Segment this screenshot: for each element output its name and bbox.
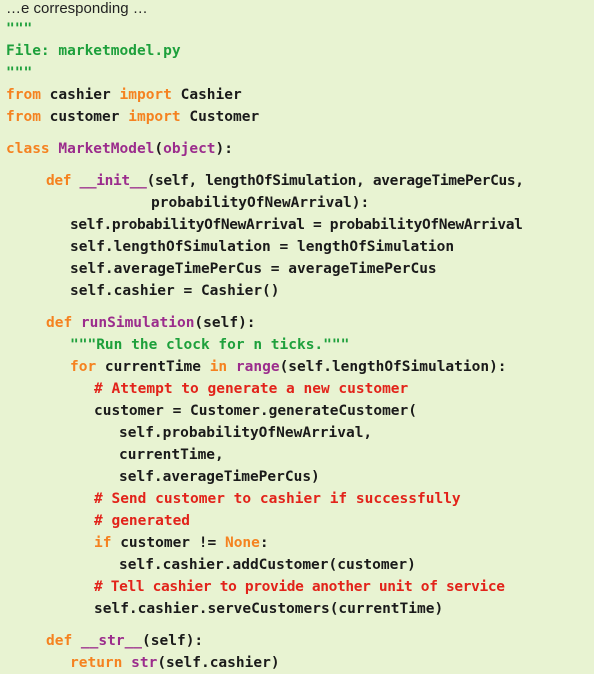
- keyword-def: def: [46, 633, 73, 649]
- code-line: currentTime,: [6, 444, 594, 466]
- code-block: """ File: marketmodel.py """ from cashie…: [6, 18, 594, 674]
- docstring-text: File: marketmodel.py: [6, 43, 181, 59]
- comment-line: # Send customer to cashier if successful…: [6, 488, 594, 510]
- keyword-import: import: [119, 87, 172, 103]
- keyword-if: if: [94, 535, 112, 551]
- class-name: MarketModel: [49, 141, 155, 157]
- range-args: (self.lengthOfSimulation):: [279, 359, 507, 375]
- comment-text: # generated: [94, 513, 191, 529]
- statement: self.lengthOfSimulation = lengthOfSimula…: [70, 239, 455, 255]
- code-line: self.cashier.addCustomer(customer): [6, 554, 594, 576]
- docstring-open: """: [6, 18, 594, 40]
- comment-line: # Attempt to generate a new customer: [6, 378, 594, 400]
- for-loop: for currentTime in range(self.lengthOfSi…: [6, 356, 594, 378]
- caption-fragment: …e corresponding …: [6, 0, 148, 17]
- method-name: runSimulation: [72, 315, 195, 331]
- colon: :: [259, 535, 269, 551]
- docstring-quote: """: [6, 21, 33, 37]
- method-params: (self, lengthOfSimulation, averageTimePe…: [146, 173, 524, 189]
- statement: self.averageTimePerCus): [119, 469, 320, 485]
- init-signature-cont: probabilityOfNewArrival):: [6, 192, 594, 214]
- code-line: customer = Customer.generateCustomer(: [6, 400, 594, 422]
- statement: self.averageTimePerCus = averageTimePerC…: [70, 261, 437, 277]
- import-customer: from customer import Customer: [6, 106, 594, 128]
- run-signature: def runSimulation(self):: [6, 312, 594, 334]
- comment-line: # generated: [6, 510, 594, 532]
- code-line: self.cashier = Cashier(): [6, 280, 594, 302]
- comment-text: # Attempt to generate a new customer: [94, 381, 409, 397]
- statement: currentTime,: [119, 447, 224, 463]
- statement: self.cashier.serveCustomers(currentTime): [94, 601, 444, 617]
- code-line: self.probabilityOfNewArrival,: [6, 422, 594, 444]
- docstring-filename: File: marketmodel.py: [6, 40, 594, 62]
- keyword-import: import: [128, 109, 181, 125]
- statement: self.probabilityOfNewArrival = probabili…: [70, 217, 523, 233]
- keyword-from: from: [6, 87, 41, 103]
- keyword-none: None: [224, 535, 260, 551]
- str-signature: def __str__(self):: [6, 630, 594, 652]
- statement: customer = Customer.generateCustomer(: [94, 403, 418, 419]
- code-line: self.lengthOfSimulation = lengthOfSimula…: [6, 236, 594, 258]
- keyword-from: from: [6, 109, 41, 125]
- statement: self.probabilityOfNewArrival,: [119, 425, 373, 441]
- module-name: customer: [40, 109, 129, 125]
- condition: customer !=: [111, 535, 225, 551]
- imported-name: Cashier: [171, 87, 242, 103]
- comment-text: # Send customer to cashier if successful…: [94, 491, 461, 507]
- code-listing-page: …e corresponding … """ File: marketmodel…: [0, 0, 594, 671]
- imported-name: Customer: [180, 109, 260, 125]
- method-name: __str__: [72, 633, 143, 649]
- keyword-class: class: [6, 141, 50, 157]
- method-name: __init__: [71, 173, 147, 189]
- paren: ):: [215, 141, 234, 157]
- loop-var: currentTime: [96, 359, 210, 375]
- comment-text: # Tell cashier to provide another unit o…: [94, 579, 505, 595]
- base-class: object: [163, 141, 216, 157]
- import-cashier: from cashier import Cashier: [6, 84, 594, 106]
- docstring-close: """: [6, 62, 594, 84]
- statement: self.cashier.addCustomer(customer): [119, 557, 416, 573]
- code-line: self.averageTimePerCus): [6, 466, 594, 488]
- comment-line: # Tell cashier to provide another unit o…: [6, 576, 594, 598]
- method-params: probabilityOfNewArrival):: [151, 195, 370, 211]
- module-name: cashier: [40, 87, 120, 103]
- init-signature: def __init__(self, lengthOfSimulation, a…: [6, 170, 594, 192]
- paren: (: [154, 141, 164, 157]
- keyword-def: def: [46, 315, 73, 331]
- code-line: self.averageTimePerCus = averageTimePerC…: [6, 258, 594, 280]
- statement: self.cashier = Cashier(): [70, 283, 280, 299]
- method-params: (self):: [194, 315, 256, 331]
- code-line: self.cashier.serveCustomers(currentTime): [6, 598, 594, 620]
- keyword-def: def: [46, 173, 72, 189]
- run-docstring: """Run the clock for n ticks.""": [6, 334, 594, 356]
- class-definition: class MarketModel(object):: [6, 138, 594, 160]
- method-params: (self):: [142, 633, 204, 649]
- keyword-for: for: [70, 359, 97, 375]
- return-statement: return str(self.cashier): [6, 652, 594, 674]
- call-args: (self.cashier): [157, 655, 280, 671]
- builtin-str: str: [131, 655, 158, 671]
- keyword-return: return: [70, 655, 123, 671]
- if-statement: if customer != None:: [6, 532, 594, 554]
- keyword-in: in: [209, 359, 228, 375]
- docstring-text: """Run the clock for n ticks.""": [70, 337, 350, 353]
- docstring-quote: """: [6, 65, 33, 81]
- builtin-range: range: [235, 359, 280, 375]
- code-line: self.probabilityOfNewArrival = probabili…: [6, 214, 594, 236]
